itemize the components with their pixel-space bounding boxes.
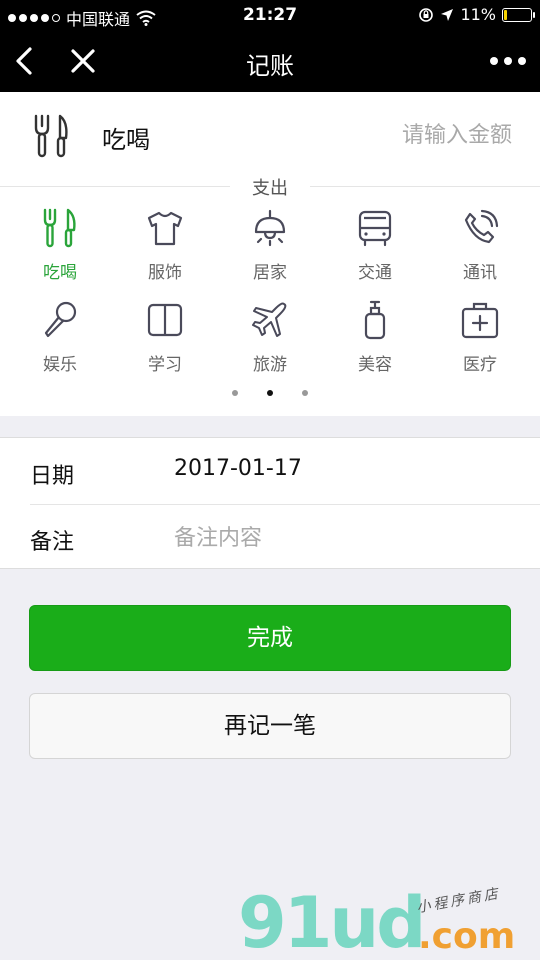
amount-input[interactable]	[312, 118, 512, 152]
page-dot[interactable]	[267, 390, 273, 396]
category-item-travel[interactable]: 旅游	[220, 300, 320, 380]
category-label: 娱乐	[43, 355, 77, 375]
entry-form: 日期 2017-01-17 备注	[0, 437, 540, 569]
page-dot[interactable]	[232, 390, 238, 396]
category-label: 学习	[148, 355, 182, 375]
page-indicator[interactable]	[0, 390, 540, 396]
microphone-icon	[44, 301, 77, 338]
watermark-tagline: 小程序商店	[415, 885, 502, 917]
orientation-lock-icon	[419, 7, 434, 22]
category-item-entertainment[interactable]: 娱乐	[10, 300, 110, 380]
watermark-brand: 91ud	[238, 882, 426, 960]
page-dot[interactable]	[302, 390, 308, 396]
location-arrow-icon	[441, 8, 454, 21]
status-right: 11%	[418, 5, 535, 24]
category-item-medical[interactable]: 医疗	[430, 300, 530, 380]
category-item-transport[interactable]: 交通	[325, 208, 425, 288]
category-label: 通讯	[463, 263, 497, 283]
category-item-study[interactable]: 学习	[115, 300, 215, 380]
phone-icon	[464, 209, 499, 244]
category-label: 服饰	[148, 263, 182, 283]
section-label: 支出	[0, 174, 540, 200]
category-panel: 支出 吃喝 服饰 居家 交通 通讯 娱乐 学习 旅游 美容 医疗	[0, 178, 540, 416]
record-another-button[interactable]: 再记一笔	[29, 693, 511, 759]
more-dots-icon	[490, 57, 526, 65]
category-item-beauty[interactable]: 美容	[325, 300, 425, 380]
fork-knife-icon	[43, 208, 76, 248]
category-label: 医疗	[463, 355, 497, 375]
category-item-eat[interactable]: 吃喝	[10, 208, 110, 288]
category-item-telecom[interactable]: 通讯	[430, 208, 530, 288]
category-label: 美容	[358, 355, 392, 375]
category-label: 旅游	[253, 355, 287, 375]
remark-row: 备注	[0, 504, 540, 570]
category-label: 吃喝	[43, 263, 77, 283]
amount-row: 吃喝	[0, 92, 540, 180]
more-button[interactable]	[486, 44, 530, 78]
date-row[interactable]: 日期 2017-01-17	[0, 438, 540, 505]
date-label: 日期	[30, 464, 75, 489]
fork-knife-icon	[34, 114, 68, 158]
remark-input[interactable]	[174, 520, 504, 556]
category-label: 交通	[358, 263, 392, 283]
lamp-icon	[254, 209, 286, 247]
watermark-logo: 91ud 小程序商店 .com	[238, 882, 538, 960]
status-bar: 中国联通 21:27 11%	[0, 0, 540, 30]
watermark-domain: .com	[418, 916, 516, 957]
remark-label: 备注	[30, 530, 75, 555]
date-picker[interactable]: 2017-01-17	[174, 456, 302, 481]
airplane-icon	[252, 302, 287, 337]
battery-icon	[502, 7, 535, 22]
bottle-icon	[364, 300, 386, 340]
section-label-text: 支出	[240, 178, 300, 199]
page-title: 记账	[246, 52, 294, 80]
category-item-home[interactable]: 居家	[220, 208, 320, 288]
selected-category-name: 吃喝	[102, 126, 150, 154]
bus-icon	[358, 210, 392, 247]
done-button[interactable]: 完成	[29, 605, 511, 671]
battery-percent: 11%	[460, 5, 496, 24]
medical-kit-icon	[461, 302, 499, 339]
category-label: 居家	[253, 263, 287, 283]
category-item-clothing[interactable]: 服饰	[115, 208, 215, 288]
book-icon	[147, 303, 183, 337]
tshirt-icon	[147, 211, 183, 246]
nav-bar: 记账	[0, 30, 540, 92]
